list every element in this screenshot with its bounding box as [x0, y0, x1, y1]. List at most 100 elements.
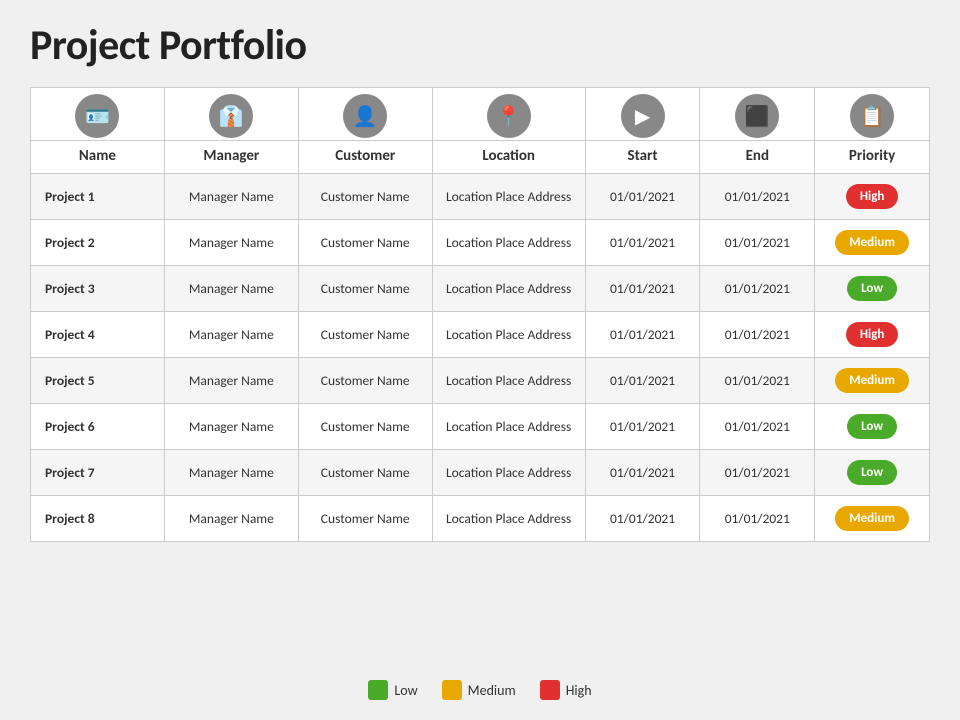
cell-manager: Manager Name [164, 174, 298, 220]
table-row: Project 3Manager NameCustomer NameLocati… [31, 266, 930, 312]
priority-icon: 📋 [850, 94, 894, 138]
cell-end: 01/01/2021 [700, 220, 815, 266]
table-row: Project 8Manager NameCustomer NameLocati… [31, 496, 930, 542]
header-icon-name: 🪪 [31, 88, 165, 141]
cell-manager: Manager Name [164, 312, 298, 358]
cell-location: Location Place Address [432, 174, 585, 220]
priority-badge: Low [847, 276, 897, 301]
header-label-manager: Manager [164, 141, 298, 174]
cell-start: 01/01/2021 [585, 358, 700, 404]
cell-start: 01/01/2021 [585, 220, 700, 266]
cell-customer: Customer Name [298, 450, 432, 496]
cell-name: Project 5 [31, 358, 165, 404]
cell-start: 01/01/2021 [585, 312, 700, 358]
cell-start: 01/01/2021 [585, 266, 700, 312]
cell-start: 01/01/2021 [585, 404, 700, 450]
cell-start: 01/01/2021 [585, 496, 700, 542]
cell-customer: Customer Name [298, 220, 432, 266]
header-label-location: Location [432, 141, 585, 174]
legend-item-low: Low [368, 680, 417, 700]
cell-location: Location Place Address [432, 266, 585, 312]
header-label-customer: Customer [298, 141, 432, 174]
table-row: Project 1Manager NameCustomer NameLocati… [31, 174, 930, 220]
cell-manager: Manager Name [164, 358, 298, 404]
header-icon-priority: 📋 [815, 88, 930, 141]
cell-name: Project 1 [31, 174, 165, 220]
priority-badge: Low [847, 414, 897, 439]
header-label-end: End [700, 141, 815, 174]
cell-customer: Customer Name [298, 496, 432, 542]
table-body: Project 1Manager NameCustomer NameLocati… [31, 174, 930, 542]
priority-badge: Medium [835, 368, 909, 393]
cell-start: 01/01/2021 [585, 174, 700, 220]
cell-name: Project 6 [31, 404, 165, 450]
name-icon: 🪪 [75, 94, 119, 138]
cell-priority: Low [815, 450, 930, 496]
header-icon-manager: 👔 [164, 88, 298, 141]
header-icon-start: ▶ [585, 88, 700, 141]
cell-name: Project 3 [31, 266, 165, 312]
cell-end: 01/01/2021 [700, 312, 815, 358]
cell-name: Project 4 [31, 312, 165, 358]
priority-badge: Medium [835, 506, 909, 531]
legend: Low Medium High [30, 680, 930, 700]
table-row: Project 6Manager NameCustomer NameLocati… [31, 404, 930, 450]
location-icon: 📍 [487, 94, 531, 138]
legend-label-medium: Medium [468, 682, 516, 699]
cell-end: 01/01/2021 [700, 496, 815, 542]
cell-end: 01/01/2021 [700, 174, 815, 220]
legend-color-high [540, 680, 560, 700]
priority-badge: Low [847, 460, 897, 485]
legend-color-medium [442, 680, 462, 700]
cell-priority: Medium [815, 220, 930, 266]
cell-manager: Manager Name [164, 266, 298, 312]
end-icon: ⬛ [735, 94, 779, 138]
cell-location: Location Place Address [432, 450, 585, 496]
cell-manager: Manager Name [164, 450, 298, 496]
customer-icon: 👤 [343, 94, 387, 138]
cell-priority: Medium [815, 358, 930, 404]
cell-end: 01/01/2021 [700, 404, 815, 450]
header-label-priority: Priority [815, 141, 930, 174]
cell-start: 01/01/2021 [585, 450, 700, 496]
legend-label-low: Low [394, 682, 417, 699]
header-icon-location: 📍 [432, 88, 585, 141]
manager-icon: 👔 [209, 94, 253, 138]
cell-name: Project 7 [31, 450, 165, 496]
cell-customer: Customer Name [298, 358, 432, 404]
cell-manager: Manager Name [164, 496, 298, 542]
table-row: Project 5Manager NameCustomer NameLocati… [31, 358, 930, 404]
page-title: Project Portfolio [30, 20, 930, 71]
table-row: Project 7Manager NameCustomer NameLocati… [31, 450, 930, 496]
cell-priority: Low [815, 266, 930, 312]
legend-item-high: High [540, 680, 592, 700]
cell-location: Location Place Address [432, 496, 585, 542]
project-table: 🪪 👔 👤 📍 ▶ ⬛ 📋 NameManagerCustomerLocationStart… [30, 87, 930, 542]
cell-priority: High [815, 174, 930, 220]
cell-customer: Customer Name [298, 312, 432, 358]
cell-end: 01/01/2021 [700, 450, 815, 496]
cell-customer: Customer Name [298, 174, 432, 220]
cell-name: Project 8 [31, 496, 165, 542]
cell-customer: Customer Name [298, 404, 432, 450]
cell-customer: Customer Name [298, 266, 432, 312]
cell-manager: Manager Name [164, 404, 298, 450]
cell-location: Location Place Address [432, 358, 585, 404]
header-label-start: Start [585, 141, 700, 174]
table-row: Project 4Manager NameCustomer NameLocati… [31, 312, 930, 358]
priority-badge: High [846, 184, 899, 209]
legend-label-high: High [566, 682, 592, 699]
start-icon: ▶ [621, 94, 665, 138]
cell-name: Project 2 [31, 220, 165, 266]
header-icon-customer: 👤 [298, 88, 432, 141]
cell-manager: Manager Name [164, 220, 298, 266]
cell-end: 01/01/2021 [700, 358, 815, 404]
header-icon-end: ⬛ [700, 88, 815, 141]
cell-location: Location Place Address [432, 312, 585, 358]
table-wrapper: 🪪 👔 👤 📍 ▶ ⬛ 📋 NameManagerCustomerLocationStart… [30, 87, 930, 670]
cell-location: Location Place Address [432, 404, 585, 450]
header-label-row: NameManagerCustomerLocationStartEndPrior… [31, 141, 930, 174]
priority-badge: High [846, 322, 899, 347]
cell-priority: Medium [815, 496, 930, 542]
cell-end: 01/01/2021 [700, 266, 815, 312]
